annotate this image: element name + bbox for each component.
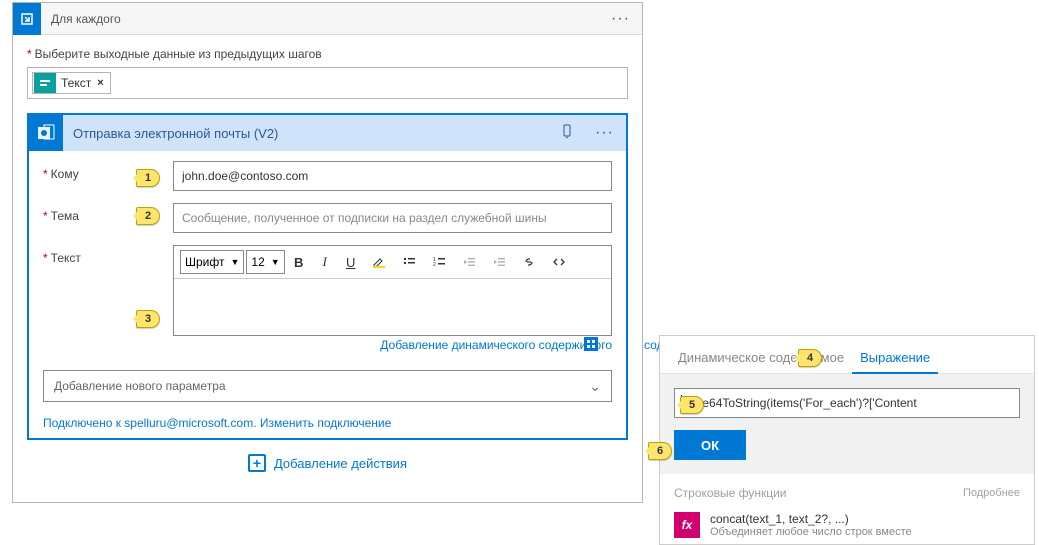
- body-row: *Текст Шрифт▼ 12▼ B I U 12: [43, 245, 612, 358]
- outdent-button[interactable]: [455, 250, 483, 274]
- text-icon: [34, 73, 56, 93]
- callout-5: 5: [680, 396, 704, 414]
- bold-button[interactable]: B: [287, 250, 311, 274]
- function-concat[interactable]: fx concat(text_1, text_2?, ...) Объединя…: [660, 506, 1034, 544]
- to-input[interactable]: [173, 161, 612, 191]
- foreach-title: Для каждого: [41, 12, 599, 26]
- foreach-header[interactable]: Для каждого ···: [13, 3, 642, 35]
- code-view-button[interactable]: [545, 250, 573, 274]
- number-list-button[interactable]: 12: [425, 250, 453, 274]
- body-textarea[interactable]: [174, 279, 611, 335]
- add-action-link[interactable]: + Добавление действия: [248, 454, 407, 472]
- underline-button[interactable]: U: [339, 250, 363, 274]
- chip-label: Текст: [57, 76, 95, 90]
- chevron-down-icon: ⌄: [589, 378, 601, 395]
- body-editor[interactable]: Шрифт▼ 12▼ B I U 12: [173, 245, 612, 336]
- loop-icon: [13, 3, 41, 35]
- tab-expression[interactable]: Выражение: [852, 342, 938, 373]
- callout-3: 3: [136, 310, 160, 328]
- size-select[interactable]: 12▼: [246, 250, 284, 274]
- foreach-body: *Выберите выходные данные из предыдущих …: [13, 35, 642, 502]
- string-functions-label: Строковые функции: [674, 486, 786, 500]
- add-action-label: Добавление действия: [274, 456, 407, 471]
- send-email-body: *Кому *Тема *Текст: [29, 151, 626, 438]
- select-outputs-label: *Выберите выходные данные из предыдущих …: [27, 47, 628, 61]
- outputs-chip-input[interactable]: Текст ×: [27, 67, 628, 99]
- fx-icon: fx: [674, 512, 700, 538]
- output-chip[interactable]: Текст ×: [32, 72, 111, 94]
- rte-toolbar: Шрифт▼ 12▼ B I U 12: [174, 246, 611, 279]
- add-action-icon: +: [248, 454, 266, 472]
- send-email-menu-icon[interactable]: ···: [583, 124, 626, 142]
- chip-remove-icon[interactable]: ×: [95, 77, 109, 89]
- foreach-menu-icon[interactable]: ···: [599, 10, 642, 28]
- callout-2: 2: [136, 207, 160, 225]
- highlight-button[interactable]: [365, 250, 393, 274]
- link-button[interactable]: [515, 250, 543, 274]
- svg-text:2: 2: [433, 262, 436, 268]
- callout-6: 6: [648, 442, 672, 460]
- callout-4: 4: [798, 349, 822, 367]
- function-title: concat(text_1, text_2?, ...): [710, 512, 912, 526]
- add-parameter-dropdown[interactable]: Добавление нового параметра ⌄: [43, 370, 612, 402]
- foreach-container: Для каждого ··· *Выберите выходные данны…: [12, 2, 643, 503]
- send-email-card: Отправка электронной почты (V2) ··· *Ком…: [27, 113, 628, 440]
- font-select[interactable]: Шрифт▼: [180, 250, 244, 274]
- tab-dynamic-content[interactable]: Динамическое содержимое: [670, 342, 852, 373]
- expression-input[interactable]: base64ToString(items('For_each')?['Conte…: [674, 388, 1020, 418]
- functions-list: Строковые функции Подробнее fx concat(te…: [660, 474, 1034, 544]
- add-dynamic-link[interactable]: Добавление динамического содержимого: [173, 338, 612, 352]
- add-parameter-placeholder: Добавление нового параметра: [54, 379, 226, 393]
- callout-1: 1: [136, 169, 160, 187]
- string-functions-header: Строковые функции Подробнее: [660, 474, 1034, 506]
- send-email-header[interactable]: Отправка электронной почты (V2) ···: [29, 115, 626, 151]
- indent-button[interactable]: [485, 250, 513, 274]
- ok-button[interactable]: ОК: [674, 430, 746, 460]
- see-more-link[interactable]: Подробнее: [963, 487, 1020, 499]
- expression-body: base64ToString(items('For_each')?['Conte…: [660, 374, 1034, 474]
- expression-tabs: Динамическое содержимое Выражение: [660, 336, 1034, 374]
- outlook-icon: [29, 115, 63, 151]
- bullet-list-button[interactable]: [395, 250, 423, 274]
- function-description: Объединяет любое число строк вместе: [710, 526, 912, 538]
- body-label: *Текст: [43, 245, 173, 265]
- send-email-title: Отправка электронной почты (V2): [63, 126, 551, 141]
- select-outputs-text: Выберите выходные данные из предыдущих ш…: [35, 47, 322, 61]
- add-action-row: + Добавление действия: [27, 440, 628, 486]
- connection-info[interactable]: Подключено к spelluru@microsoft.com. Изм…: [43, 416, 612, 430]
- expression-panel: Динамическое содержимое Выражение base64…: [659, 335, 1035, 545]
- subject-input[interactable]: [173, 203, 612, 233]
- dynamic-content-handle-icon[interactable]: [584, 337, 598, 351]
- preview-icon[interactable]: [551, 124, 583, 143]
- italic-button[interactable]: I: [313, 250, 337, 274]
